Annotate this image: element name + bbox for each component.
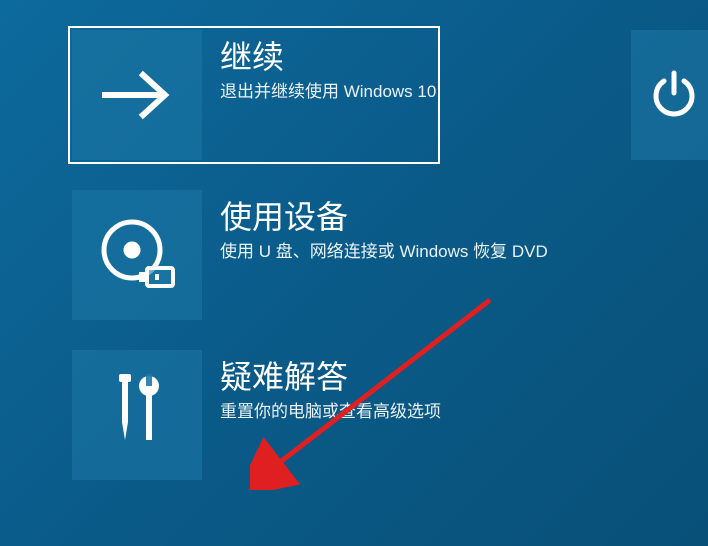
power-icon: [646, 67, 702, 123]
disc-usb-icon: [92, 210, 182, 300]
continue-icon-box: [72, 30, 202, 160]
use-device-tile[interactable]: 使用设备 使用 U 盘、网络连接或 Windows 恢复 DVD: [72, 190, 548, 320]
arrow-right-icon: [97, 65, 177, 125]
use-device-icon-box: [72, 190, 202, 320]
continue-title: 继续: [220, 40, 436, 75]
troubleshoot-title: 疑难解答: [220, 360, 441, 395]
troubleshoot-description: 重置你的电脑或查看高级选项: [220, 401, 441, 424]
troubleshoot-text: 疑难解答 重置你的电脑或查看高级选项: [202, 350, 441, 424]
use-device-description: 使用 U 盘、网络连接或 Windows 恢复 DVD: [220, 241, 548, 264]
use-device-title: 使用设备: [220, 200, 548, 235]
troubleshoot-tile[interactable]: 疑难解答 重置你的电脑或查看高级选项: [72, 350, 441, 480]
troubleshoot-icon-box: [72, 350, 202, 480]
tools-icon: [102, 370, 172, 460]
continue-tile[interactable]: 继续 退出并继续使用 Windows 10: [68, 26, 440, 164]
use-device-text: 使用设备 使用 U 盘、网络连接或 Windows 恢复 DVD: [202, 190, 548, 264]
continue-description: 退出并继续使用 Windows 10: [220, 81, 436, 104]
boot-options-menu: 继续 退出并继续使用 Windows 10: [0, 0, 708, 480]
power-button[interactable]: [631, 30, 708, 160]
continue-text: 继续 退出并继续使用 Windows 10: [202, 30, 436, 104]
